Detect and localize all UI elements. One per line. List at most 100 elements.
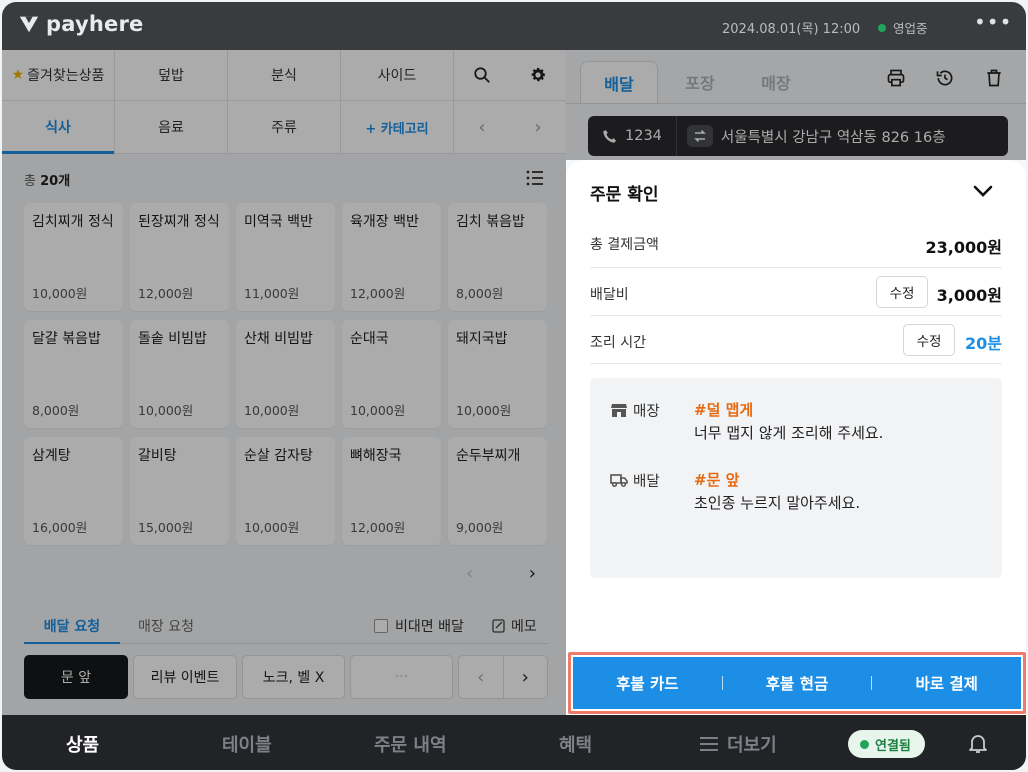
total-amount-label: 총 결제금액 xyxy=(590,237,659,253)
trash-icon[interactable] xyxy=(984,68,1004,88)
product-price: 10,000원 xyxy=(138,403,194,418)
memo-button[interactable]: 메모 xyxy=(492,616,537,636)
bottom-nav: 상품 테이블 주문 내역 혜택 더보기 연결됨 xyxy=(2,715,1026,770)
product-card[interactable]: 돌솥 비빔밥 10,000원 xyxy=(130,320,229,428)
category-snack[interactable]: 분식 xyxy=(228,50,341,100)
product-price: 12,000원 xyxy=(138,286,194,301)
customer-bar[interactable]: 1234 서울특별시 강남구 역삼동 826 16층 xyxy=(588,116,1008,156)
chevron-left-icon[interactable]: ‹ xyxy=(478,117,485,138)
bell-icon[interactable] xyxy=(967,732,989,754)
product-price: 8,000원 xyxy=(32,403,80,418)
chevron-left-icon[interactable]: ‹ xyxy=(466,563,473,584)
connection-label: 연결됨 xyxy=(875,738,911,754)
product-card[interactable]: 산채 비빔밥 10,000원 xyxy=(236,320,335,428)
tab-takeout[interactable]: 포장 xyxy=(670,61,730,103)
add-category-button[interactable]: + 카테고리 xyxy=(341,101,454,153)
product-card[interactable]: 김치찌개 정식 10,000원 xyxy=(24,203,123,311)
list-view-icon[interactable] xyxy=(526,170,544,186)
nav-benefits[interactable]: 혜택 xyxy=(559,731,592,757)
product-name: 김치 볶음밥 xyxy=(456,214,525,230)
tab-dine-in[interactable]: 매장 xyxy=(746,61,806,103)
customer-phone: 1234 xyxy=(588,116,677,156)
category-meal[interactable]: 식사 xyxy=(2,101,115,154)
no-contact-checkbox[interactable]: 비대면 배달 xyxy=(374,616,464,636)
product-card[interactable]: 삼계탕 16,000원 xyxy=(24,437,123,545)
total-amount-row: 총 결제금액 23,000원 xyxy=(590,224,1002,268)
nav-tables[interactable]: 테이블 xyxy=(222,731,272,757)
product-card[interactable]: 순살 감자탕 10,000원 xyxy=(236,437,335,545)
store-status-label: 영업중 xyxy=(893,21,928,36)
search-icon[interactable] xyxy=(473,66,491,84)
product-name: 순두부찌개 xyxy=(456,448,521,464)
product-card[interactable]: 김치 볶음밥 8,000원 xyxy=(448,203,547,311)
tab-divider xyxy=(566,103,1026,104)
deferred-card-button[interactable]: 후불 카드 xyxy=(573,672,722,694)
store-status: 영업중 xyxy=(878,18,928,37)
nav-order-history[interactable]: 주문 내역 xyxy=(374,731,447,757)
gear-icon[interactable] xyxy=(529,66,547,84)
product-price: 10,000원 xyxy=(350,403,406,418)
chevron-right-icon[interactable]: › xyxy=(534,117,541,138)
note-text: 초인종 누르지 말아주세요. xyxy=(694,494,861,512)
product-count: 총 20개 xyxy=(24,170,70,189)
delivery-note-label: 배달 xyxy=(610,470,694,515)
chevron-right-icon[interactable]: › xyxy=(529,563,536,584)
nav-more[interactable]: 더보기 xyxy=(699,731,777,757)
tab-delivery-request[interactable]: 배달 요청 xyxy=(24,616,120,644)
note-label: 매장 xyxy=(633,404,660,420)
checkbox-icon xyxy=(374,619,388,633)
chevron-left-icon[interactable]: ‹ xyxy=(459,656,504,698)
nav-more-label: 더보기 xyxy=(727,735,777,756)
chevron-down-icon[interactable] xyxy=(972,182,994,200)
product-card[interactable]: 된장찌개 정식 12,000원 xyxy=(130,203,229,311)
product-card[interactable]: 순대국 10,000원 xyxy=(342,320,441,428)
sheet-title: 주문 확인 xyxy=(590,185,659,205)
product-price: 10,000원 xyxy=(32,286,88,301)
history-icon[interactable] xyxy=(935,68,955,88)
more-options-icon[interactable]: ••• xyxy=(974,12,1011,34)
category-rice-bowl[interactable]: 덮밥 xyxy=(115,50,228,100)
printer-icon[interactable] xyxy=(886,68,906,88)
deferred-cash-button[interactable]: 후불 현금 xyxy=(723,672,872,694)
logo-text: payhere xyxy=(46,12,144,36)
category-drink[interactable]: 음료 xyxy=(115,101,228,153)
tab-delivery[interactable]: 배달 xyxy=(580,61,658,103)
chip-door-front[interactable]: 문 앞 xyxy=(24,655,128,699)
order-confirm-sheet: 주문 확인 총 결제금액 23,000원 배달비 수정 3,000원 조리 시간… xyxy=(566,160,1026,715)
product-price: 10,000원 xyxy=(244,403,300,418)
category-liquor[interactable]: 주류 xyxy=(228,101,341,153)
product-card[interactable]: 순두부찌개 9,000원 xyxy=(448,437,547,545)
product-name: 돼지국밥 xyxy=(456,331,508,347)
tab-store-request[interactable]: 매장 요청 xyxy=(138,616,194,636)
product-price: 11,000원 xyxy=(244,286,300,301)
logo-icon xyxy=(19,16,39,33)
chevron-right-icon[interactable]: › xyxy=(504,656,548,698)
product-card[interactable]: 돼지국밥 10,000원 xyxy=(448,320,547,428)
nav-products[interactable]: 상품 xyxy=(66,731,99,757)
category-favorites[interactable]: ★ 즐겨찾는상품 xyxy=(2,50,115,100)
edit-delivery-fee-button[interactable]: 수정 xyxy=(876,276,928,308)
chip-review-event[interactable]: 리뷰 이벤트 xyxy=(133,655,237,699)
delivery-fee-label: 배달비 xyxy=(590,287,629,303)
product-card[interactable]: 갈비탕 15,000원 xyxy=(130,437,229,545)
chip-no-knock[interactable]: 노크, 벨 X xyxy=(242,655,345,699)
chip-placeholder[interactable]: ··· xyxy=(350,655,453,699)
product-card[interactable]: 달걀 볶음밥 8,000원 xyxy=(24,320,123,428)
product-card[interactable]: 육개장 백반 12,000원 xyxy=(342,203,441,311)
note-text: 너무 맵지 않게 조리해 주세요. xyxy=(694,424,884,442)
pay-now-button[interactable]: 바로 결제 xyxy=(872,672,1021,694)
payment-bar: 후불 카드 후불 현금 바로 결제 xyxy=(573,657,1021,709)
payment-highlight: 후불 카드 후불 현금 바로 결제 xyxy=(568,652,1026,714)
product-card[interactable]: 뼈해장국 12,000원 xyxy=(342,437,441,545)
product-price: 10,000원 xyxy=(456,403,512,418)
product-card[interactable]: 미역국 백반 11,000원 xyxy=(236,203,335,311)
product-name: 뼈해장국 xyxy=(350,448,402,464)
product-name: 순살 감자탕 xyxy=(244,448,313,464)
edit-cook-time-button[interactable]: 수정 xyxy=(903,324,955,356)
store-note-label: 매장 xyxy=(610,400,694,445)
status-dot-icon xyxy=(878,23,886,32)
product-name: 삼계탕 xyxy=(32,448,71,464)
product-name: 된장찌개 정식 xyxy=(138,214,220,230)
product-price: 9,000원 xyxy=(456,520,504,535)
category-side[interactable]: 사이드 xyxy=(341,50,454,100)
